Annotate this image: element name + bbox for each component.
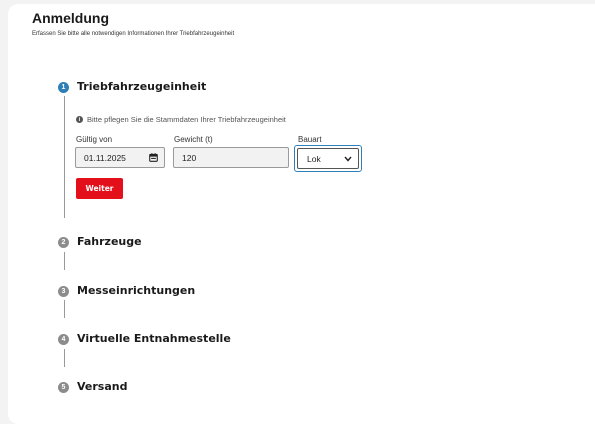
step-connector-2 xyxy=(64,252,65,270)
step-3-indicator: 3 xyxy=(58,286,69,297)
valid-from-date-input[interactable]: 01.11.2025 xyxy=(75,147,165,168)
valid-from-label: Gültig von xyxy=(76,135,113,144)
step-connector-3 xyxy=(64,300,65,318)
step-3-title[interactable]: Messeinrichtungen xyxy=(77,284,195,297)
calendar-icon[interactable] xyxy=(146,153,160,162)
weight-value: 120 xyxy=(182,152,197,163)
valid-from-value: 01.11.2025 xyxy=(84,152,126,163)
info-icon: i xyxy=(76,116,83,123)
page-title: Anmeldung xyxy=(32,10,109,26)
step-4-indicator: 4 xyxy=(58,334,69,345)
type-select-focus-ring: Lok xyxy=(294,145,362,172)
chevron-down-icon xyxy=(344,156,352,162)
info-message: i Bitte pflegen Sie die Stammdaten Ihrer… xyxy=(76,115,286,124)
step-1-title[interactable]: Triebfahrzeugeinheit xyxy=(77,80,206,93)
weight-label: Gewicht (t) xyxy=(174,135,213,144)
type-label: Bauart xyxy=(298,135,322,144)
step-2-indicator: 2 xyxy=(58,237,69,248)
step-connector-1 xyxy=(64,96,65,218)
type-selected-value: Lok xyxy=(307,153,321,164)
step-4-title[interactable]: Virtuelle Entnahmestelle xyxy=(77,332,231,345)
step-connector-4 xyxy=(64,349,65,367)
page-subtitle: Erfassen Sie bitte alle notwendigen Info… xyxy=(32,31,235,37)
step-5-title[interactable]: Versand xyxy=(77,380,127,393)
weight-input[interactable]: 120 xyxy=(173,147,289,168)
type-select[interactable]: Lok xyxy=(297,148,359,169)
step-5-indicator: 5 xyxy=(58,382,69,393)
info-text: Bitte pflegen Sie die Stammdaten Ihrer T… xyxy=(87,115,286,124)
step-2-title[interactable]: Fahrzeuge xyxy=(77,235,142,248)
step-1-indicator: 1 xyxy=(58,82,69,93)
registration-card xyxy=(8,4,595,424)
next-button[interactable]: Weiter xyxy=(76,178,123,199)
